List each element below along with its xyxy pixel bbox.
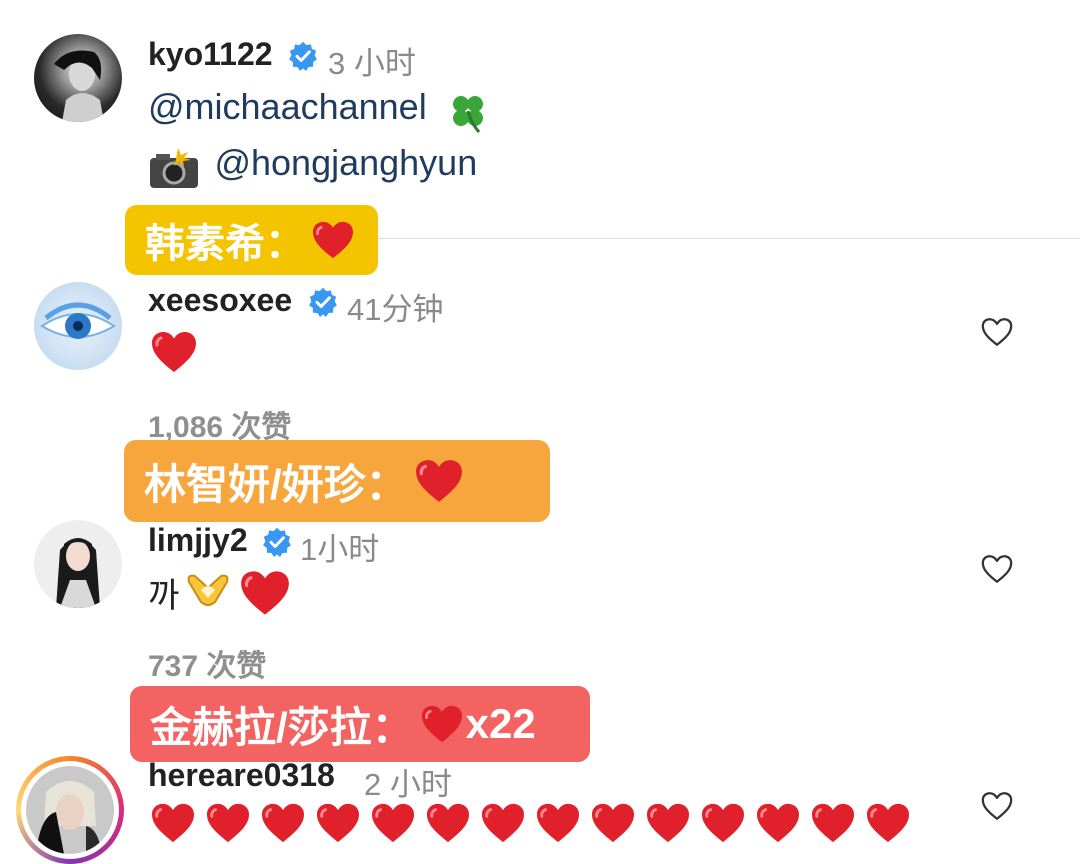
heart-icon <box>205 802 251 844</box>
comment-username[interactable]: xeesoxee <box>148 282 292 319</box>
verified-badge-icon <box>308 287 338 317</box>
avatar-inner <box>21 761 119 859</box>
caption-label: 林智妍/妍珍： <box>124 440 550 522</box>
heart-icon <box>645 802 691 844</box>
like-count[interactable]: 737 次赞 <box>148 641 266 685</box>
comment-username[interactable]: limjjy2 <box>148 522 248 559</box>
comment-username[interactable]: kyo1122 <box>148 36 273 73</box>
comment-timestamp: 3 小时 <box>328 46 416 81</box>
four-leaf-clover-icon <box>445 89 491 140</box>
caption-suffix: x22 <box>465 700 536 747</box>
heart-outline-icon[interactable] <box>980 553 1014 585</box>
avatar[interactable] <box>16 756 124 864</box>
caption-label: 韩素希： <box>125 205 378 275</box>
heart-icon <box>535 802 581 844</box>
heart-icon <box>260 802 306 844</box>
avatar[interactable] <box>34 520 122 608</box>
heart-icon <box>425 802 471 844</box>
heart-icon <box>239 569 291 617</box>
heart-icon <box>480 802 526 844</box>
camera-flash-icon <box>148 146 200 195</box>
comment-timestamp: 41分钟 <box>347 292 444 327</box>
heart-icon <box>590 802 636 844</box>
comment-hearts <box>150 802 911 844</box>
heart-hands-icon <box>183 568 233 617</box>
heart-icon <box>700 802 746 844</box>
heart-icon <box>420 704 464 744</box>
heart-icon <box>150 802 196 844</box>
heart-icon <box>150 330 198 374</box>
comment-username[interactable]: hereare0318 <box>148 757 335 794</box>
caption-text: 韩素希： <box>145 222 305 266</box>
heart-icon <box>865 802 911 844</box>
comment-body: 까 <box>148 568 291 617</box>
comment-timestamp: 2 小时 <box>364 767 452 802</box>
heart-icon <box>755 802 801 844</box>
avatar[interactable] <box>34 282 122 370</box>
heart-icon <box>315 802 361 844</box>
heart-icon <box>810 802 856 844</box>
avatar[interactable] <box>34 34 122 122</box>
verified-badge-icon <box>262 527 292 557</box>
heart-icon <box>311 220 355 260</box>
comment-body: @michaachannel <box>148 86 491 140</box>
mention-link[interactable]: @hongjanghyun <box>214 142 477 183</box>
verified-badge-icon <box>288 41 318 71</box>
heart-icon <box>414 458 464 504</box>
mention-link[interactable]: @michaachannel <box>148 86 427 127</box>
comment-timestamp: 1小时 <box>300 532 380 567</box>
heart-icon <box>370 802 416 844</box>
caption-text: 林智妍/妍珍： <box>144 460 408 508</box>
caption-label: 金赫拉/莎拉： x22 <box>130 686 590 762</box>
caption-text: 金赫拉/莎拉： <box>150 703 414 751</box>
comment-body-line2: @hongjanghyun <box>148 142 477 195</box>
comment-text: 까 <box>148 577 180 615</box>
heart-outline-icon[interactable] <box>980 316 1014 348</box>
heart-outline-icon[interactable] <box>980 790 1014 822</box>
